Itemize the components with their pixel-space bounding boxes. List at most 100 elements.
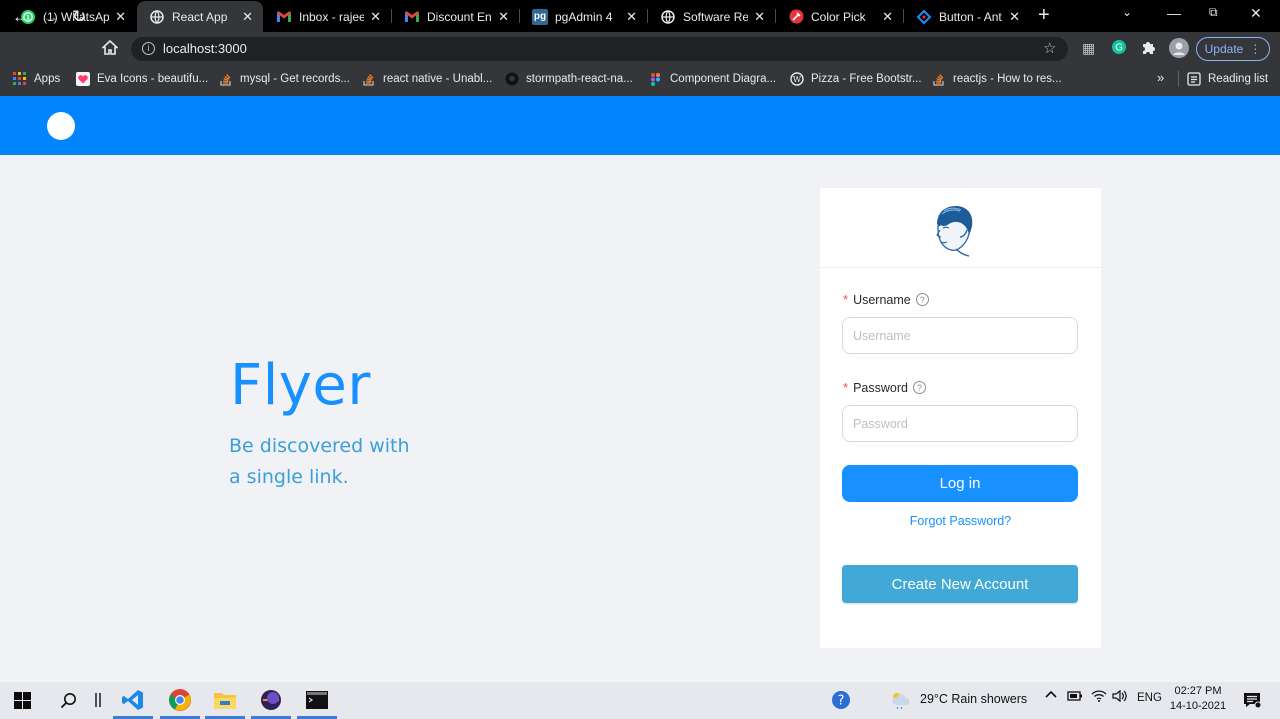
pgadmin-icon: pg <box>532 8 548 25</box>
bookmark-label: Pizza - Free Bootstr... <box>811 73 922 85</box>
notifications-icon[interactable] <box>1240 688 1264 712</box>
new-tab-icon[interactable]: + <box>1038 4 1050 27</box>
gmail-icon <box>404 9 420 25</box>
file-explorer-icon[interactable] <box>213 688 237 712</box>
password-input[interactable] <box>842 405 1078 442</box>
svg-text:W: W <box>793 75 802 84</box>
chrome-icon[interactable] <box>168 688 192 712</box>
tab-color-picker[interactable]: Color Pick ✕ <box>776 1 903 32</box>
tab-close-icon[interactable]: ✕ <box>498 9 509 25</box>
tab-gmail-inbox[interactable]: Inbox - rajeeb ✕ <box>264 1 391 32</box>
help-icon[interactable]: ? <box>912 381 926 394</box>
language-indicator[interactable]: ENG <box>1137 692 1162 704</box>
extension-icon[interactable]: ▦ <box>1082 40 1095 57</box>
address-bar[interactable] <box>131 37 1068 61</box>
bookmark-stormpath[interactable]: stormpath-react-na... <box>505 71 633 87</box>
user-avatar <box>936 206 973 257</box>
more-menu-icon: ⋮ <box>1249 42 1262 56</box>
app-logo[interactable] <box>47 112 75 140</box>
stackoverflow-icon <box>932 72 946 86</box>
tab-close-icon[interactable]: ✕ <box>626 9 637 25</box>
tab-close-icon[interactable]: ✕ <box>370 9 381 25</box>
bookmark-label: reactjs - How to res... <box>953 73 1062 85</box>
tab-antd-button[interactable]: Button - Ant D ✕ <box>904 1 1030 32</box>
search-icon[interactable] <box>56 688 80 712</box>
weather-icon[interactable] <box>889 688 913 712</box>
vscode-icon[interactable] <box>121 688 145 712</box>
login-button[interactable]: Log in <box>842 465 1078 502</box>
bookmark-label: Component Diagra... <box>670 73 777 85</box>
back-icon[interactable]: ← <box>12 7 29 27</box>
hero-tagline: Be discovered with a single link. <box>229 431 489 493</box>
tab-gmail-discount[interactable]: Discount Eng ✕ <box>392 1 519 32</box>
password-label: * Password ? <box>843 380 926 395</box>
restore-icon[interactable]: ⧉ <box>1209 5 1218 20</box>
forward-icon[interactable]: → <box>42 7 59 27</box>
grammarly-icon[interactable]: G <box>1112 40 1126 57</box>
battery-icon[interactable] <box>1067 690 1083 705</box>
tab-react-app[interactable]: React App ✕ <box>137 1 263 32</box>
tab-separator <box>647 9 648 23</box>
create-account-button[interactable]: Create New Account <box>842 565 1078 603</box>
wifi-icon[interactable] <box>1091 689 1107 706</box>
weather-text[interactable]: 29°C Rain showers <box>920 692 1027 706</box>
gmail-icon <box>276 9 292 25</box>
tab-title: Inbox - rajeeb <box>299 9 365 24</box>
bookmark-mysql[interactable]: mysql - Get records... <box>219 71 350 87</box>
tab-title: React App <box>172 9 228 24</box>
minimize-icon[interactable]: — <box>1167 5 1181 21</box>
bookmark-label: Eva Icons - beautifu... <box>97 73 209 85</box>
tab-close-icon[interactable]: ✕ <box>754 9 765 25</box>
task-view-icon[interactable] <box>86 688 110 712</box>
ant-design-icon <box>916 9 932 25</box>
bookmark-label: mysql - Get records... <box>240 73 350 85</box>
update-button[interactable]: Update ⋮ <box>1196 37 1270 61</box>
taskbar-clock[interactable]: 02:27 PM 14-10-2021 <box>1168 684 1228 714</box>
bookmark-reactjs[interactable]: reactjs - How to res... <box>932 71 1062 87</box>
bookmark-react-native[interactable]: react native - Unabl... <box>362 71 492 87</box>
tab-title: Button - Ant D <box>939 9 1003 24</box>
tab-close-icon[interactable]: ✕ <box>882 9 893 25</box>
terminal-icon[interactable] <box>305 688 329 712</box>
bookmark-component-diagram[interactable]: Component Diagra... <box>649 71 776 87</box>
help-tray-icon[interactable]: ? <box>829 688 853 712</box>
bookmarks-overflow-icon[interactable]: » <box>1157 70 1164 85</box>
reload-icon[interactable]: ↻ <box>72 7 86 27</box>
volume-icon[interactable] <box>1112 689 1128 706</box>
tab-close-icon[interactable]: ✕ <box>242 9 253 25</box>
reading-list[interactable]: Reading list <box>1187 71 1268 87</box>
bookmark-label: Apps <box>34 73 61 85</box>
bookmark-star-icon[interactable]: ☆ <box>1043 39 1056 57</box>
window-close-icon[interactable]: ✕ <box>1250 5 1262 22</box>
eclipse-icon[interactable] <box>259 688 283 712</box>
required-mark: * <box>843 380 849 395</box>
required-mark: * <box>843 292 849 307</box>
tab-close-icon[interactable]: ✕ <box>1009 9 1020 25</box>
tab-separator <box>391 9 392 23</box>
help-icon[interactable]: ? <box>915 293 929 306</box>
bookmark-pizza[interactable]: W Pizza - Free Bootstr... <box>790 71 922 87</box>
globe-icon <box>149 9 165 25</box>
address-url[interactable]: localhost:3000 <box>163 41 247 56</box>
wordpress-icon: W <box>790 72 804 86</box>
tab-pgadmin[interactable]: pg pgAdmin 4 ✕ <box>520 1 647 32</box>
stackoverflow-icon <box>219 72 233 86</box>
tab-separator <box>775 9 776 23</box>
reading-list-icon <box>1187 72 1201 86</box>
home-icon[interactable] <box>100 39 120 60</box>
tab-title: Color Pick <box>811 9 866 24</box>
chevron-up-icon[interactable] <box>1045 689 1057 704</box>
hero-tagline-line: a single link. <box>229 466 349 488</box>
bookmark-eva-icons[interactable]: Eva Icons - beautifu... <box>76 71 208 87</box>
bookmark-apps[interactable]: Apps <box>13 71 60 87</box>
username-input[interactable] <box>842 317 1078 354</box>
tab-close-icon[interactable]: ✕ <box>115 9 126 25</box>
windows-start-icon[interactable] <box>10 688 34 712</box>
site-info-icon[interactable]: i <box>142 42 155 55</box>
forgot-password-link[interactable]: Forgot Password? <box>820 514 1101 528</box>
tab-search-icon[interactable]: ⌄ <box>1122 5 1132 19</box>
extensions-puzzle-icon[interactable] <box>1141 40 1156 58</box>
heart-icon <box>76 72 90 86</box>
tab-software-req[interactable]: Software Req ✕ <box>648 1 775 32</box>
profile-avatar[interactable] <box>1169 38 1189 61</box>
